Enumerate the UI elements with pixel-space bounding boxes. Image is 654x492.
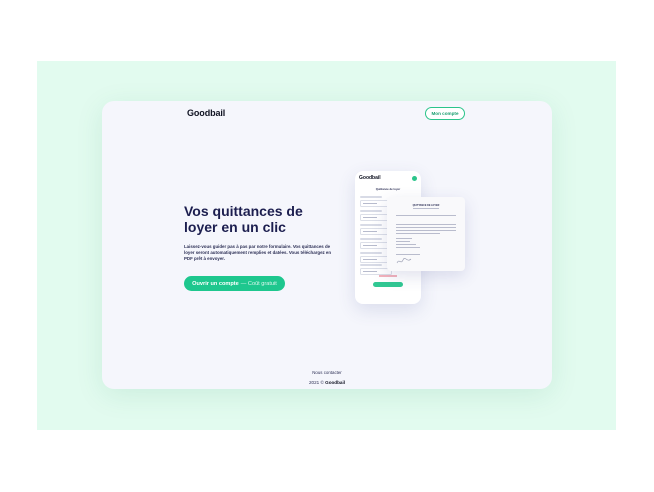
phone-brand: Goodbail <box>359 175 381 181</box>
phone-field-label <box>360 224 382 226</box>
copyright-prefix: 2021 © <box>308 380 324 385</box>
phone-field-label <box>360 196 382 198</box>
account-button[interactable]: Mon compte <box>425 107 465 120</box>
phone-link <box>379 275 397 277</box>
receipt-line <box>396 224 456 226</box>
phone-field-label <box>360 252 382 254</box>
phone-submit-button <box>373 282 403 287</box>
receipt-line <box>396 247 420 249</box>
receipt-line <box>413 208 439 210</box>
open-account-button[interactable]: Ouvrir un compte — Coût gratuit <box>184 276 285 291</box>
signature-mark <box>396 257 412 264</box>
brand-logo[interactable]: Goodbail <box>187 108 225 118</box>
receipt-document: QUITTANCE DE LOYER <box>387 197 465 271</box>
cta-sub-label: — Coût gratuit <box>240 280 277 287</box>
phone-form-title: Quittance de loyer <box>375 187 401 191</box>
receipt-line <box>396 241 410 243</box>
landing-window: Goodbail Mon compte Vos quittances de lo… <box>102 101 552 389</box>
receipt-line <box>396 244 416 246</box>
copyright: 2021 © Goodbail <box>102 380 552 385</box>
copyright-brand: Goodbail <box>325 380 346 385</box>
receipt-line <box>396 215 456 217</box>
hero-title: Vos quittances de loyer en un clic <box>184 203 303 235</box>
cta-main-label: Ouvrir un compte <box>192 280 239 287</box>
phone-field-label <box>360 210 382 212</box>
phone-avatar-icon <box>412 176 417 181</box>
contact-link[interactable]: Nous contacter <box>102 370 552 375</box>
receipt-line <box>396 238 412 240</box>
receipt-line <box>396 233 440 235</box>
phone-field-label <box>360 238 382 240</box>
receipt-line <box>396 227 456 229</box>
receipt-line <box>396 254 420 256</box>
phone-field-label <box>360 264 382 266</box>
hero-description: Laissez-vous guider pas à pas par notre … <box>184 244 332 262</box>
receipt-line <box>396 230 456 232</box>
receipt-heading: QUITTANCE DE LOYER <box>412 204 440 207</box>
